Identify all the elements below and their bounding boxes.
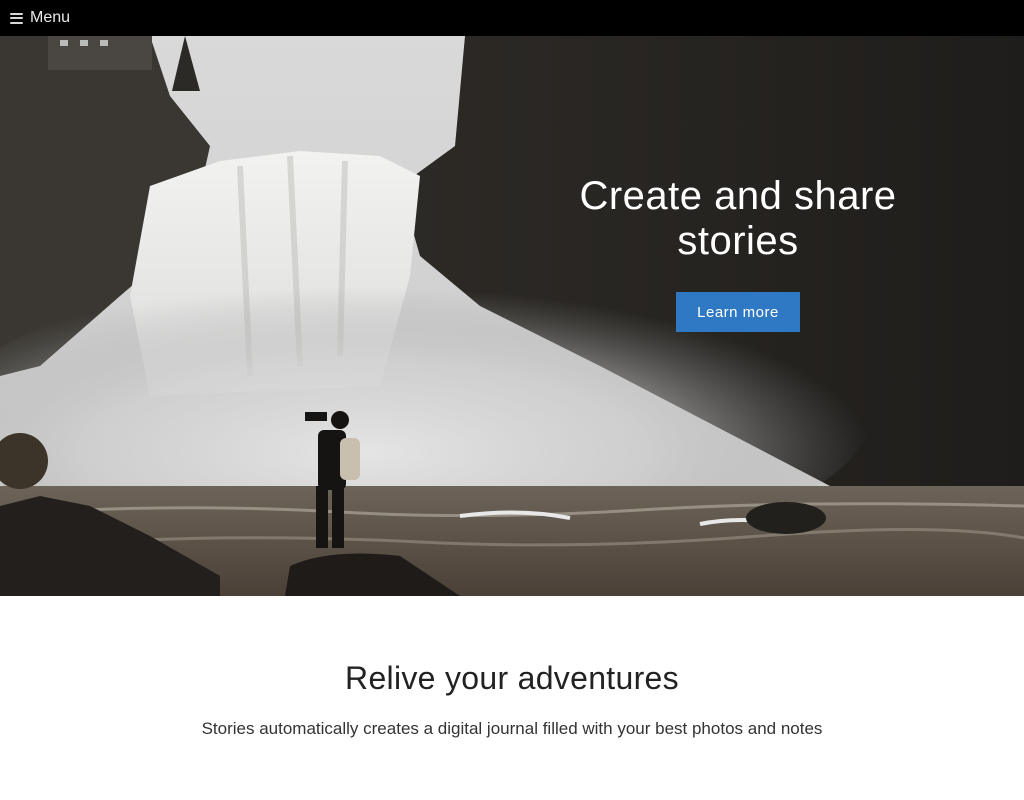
section-title: Relive your adventures [345,660,679,696]
hamburger-icon [10,12,23,24]
hero-title: Create and share stories [579,174,897,263]
menu-label: Menu [30,9,71,26]
hero-banner: Create and share stories Learn more [0,36,1024,596]
top-nav-bar: Menu [0,0,1024,36]
section-subtitle: Stories automatically creates a digital … [201,719,823,738]
features-section: Relive your adventures Stories automatic… [0,596,1024,800]
hero-content: Create and share stories Learn more [548,174,928,332]
menu-button[interactable]: Menu [10,9,70,27]
learn-more-button[interactable]: Learn more [676,292,800,332]
